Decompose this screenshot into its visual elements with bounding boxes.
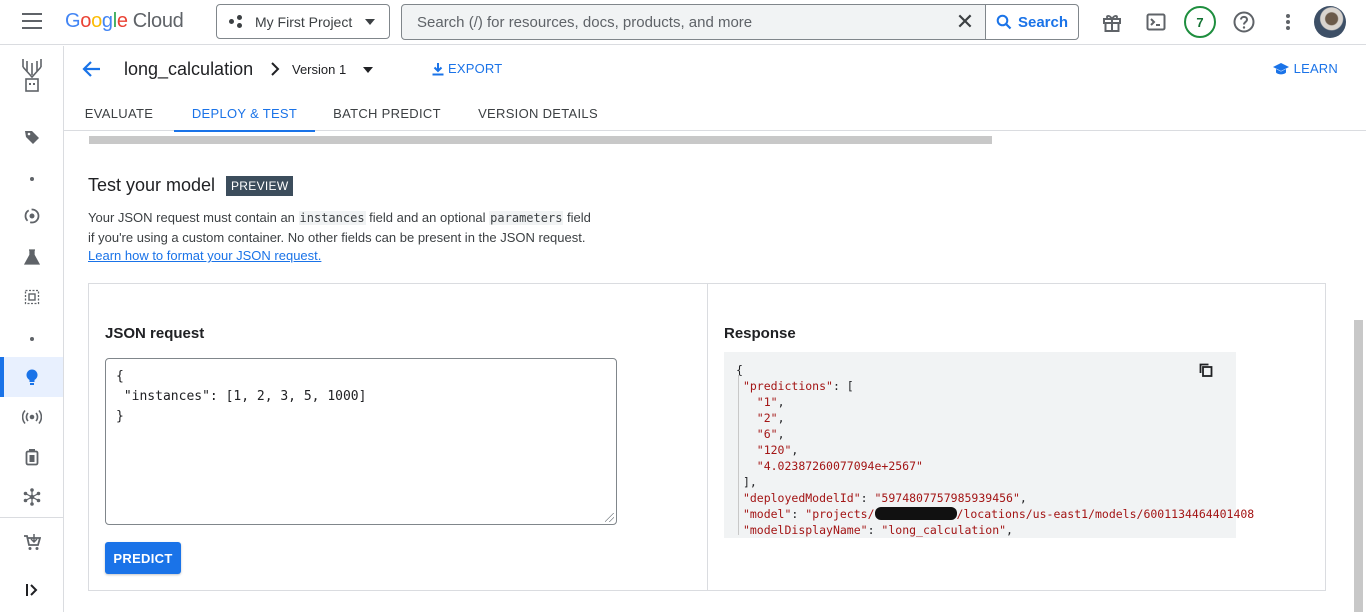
training-icon[interactable]	[0, 196, 63, 236]
dot-icon	[0, 159, 63, 199]
json-request-label: JSON request	[105, 325, 205, 342]
section-description: Your JSON request must contain an instan…	[88, 210, 591, 245]
export-button[interactable]: EXPORT	[431, 61, 502, 76]
help-icon[interactable]	[1231, 9, 1257, 35]
chevron-down-icon	[365, 19, 375, 25]
dashboard-icon[interactable]	[0, 78, 63, 98]
tab-bar: EVALUATE DEPLOY & TEST BATCH PREDICT VER…	[64, 95, 1366, 132]
project-selector[interactable]: My First Project	[216, 4, 390, 39]
expand-rail-icon[interactable]	[0, 570, 63, 610]
learn-button[interactable]: LEARN	[1272, 61, 1338, 76]
response-json: { "predictions": [ "1", "2", "6", "120",…	[736, 363, 1255, 537]
avatar[interactable]	[1314, 6, 1346, 38]
horizontal-scrollbar[interactable]	[89, 136, 992, 144]
cloud-shell-icon[interactable]	[1143, 9, 1169, 35]
models-lightbulb-icon[interactable]	[0, 357, 63, 397]
preview-badge: PREVIEW	[226, 176, 294, 196]
download-icon	[432, 62, 444, 75]
json-request-textarea[interactable]: { "instances": [1, 2, 3, 5, 1000] }	[105, 358, 617, 525]
project-icon	[229, 14, 247, 29]
page-header: long_calculation Version 1 EXPORT LEARN	[64, 46, 1366, 95]
response-label: Response	[724, 325, 796, 342]
menu-icon[interactable]	[22, 13, 42, 29]
predict-button[interactable]: PREDICT	[105, 542, 181, 574]
google-cloud-logo[interactable]: Google Cloud	[65, 10, 184, 33]
rail-divider	[0, 517, 63, 518]
search-button[interactable]: Search	[985, 5, 1078, 39]
search-icon	[996, 14, 1012, 30]
chevron-down-icon[interactable]	[363, 67, 373, 73]
school-icon	[1272, 62, 1289, 74]
search-input[interactable]	[402, 13, 945, 31]
left-nav-rail	[0, 46, 64, 612]
json-format-help-link[interactable]: Learn how to format your JSON request.	[88, 248, 321, 263]
redacted-block	[874, 507, 957, 520]
tab-batch-predict[interactable]: BATCH PREDICT	[315, 95, 459, 131]
more-vert-icon[interactable]	[1275, 9, 1301, 35]
search-bar: ✕ Search	[401, 4, 1079, 40]
tab-deploy-and-test[interactable]: DEPLOY & TEST	[174, 95, 315, 132]
marketplace-icon[interactable]	[0, 522, 63, 562]
version-selector[interactable]: Version 1	[292, 62, 346, 77]
endpoints-icon[interactable]	[0, 397, 63, 437]
project-name: My First Project	[255, 13, 353, 30]
back-arrow-icon[interactable]	[82, 59, 102, 84]
page-title: long_calculation	[124, 59, 254, 79]
experiments-icon[interactable]	[0, 237, 63, 277]
gift-icon[interactable]	[1099, 9, 1125, 35]
feature-store-icon[interactable]	[0, 277, 63, 317]
batch-predictions-icon[interactable]	[0, 437, 63, 477]
panel-divider	[707, 284, 708, 590]
top-bar: GoogleCloud My First Project ✕ Search 7	[0, 0, 1366, 45]
tab-version-details[interactable]: VERSION DETAILS	[459, 95, 617, 131]
close-icon[interactable]: ✕	[945, 5, 985, 39]
chevron-right-icon	[269, 60, 281, 83]
vertical-scrollbar[interactable]	[1354, 320, 1363, 612]
tab-evaluate[interactable]: EVALUATE	[64, 95, 174, 131]
label-icon[interactable]	[0, 117, 63, 157]
dot-icon	[0, 319, 63, 359]
notifications-badge[interactable]: 7	[1184, 6, 1216, 38]
section-title: Test your model	[88, 175, 216, 195]
metadata-icon[interactable]	[0, 477, 63, 517]
resize-handle-icon[interactable]	[605, 513, 614, 522]
